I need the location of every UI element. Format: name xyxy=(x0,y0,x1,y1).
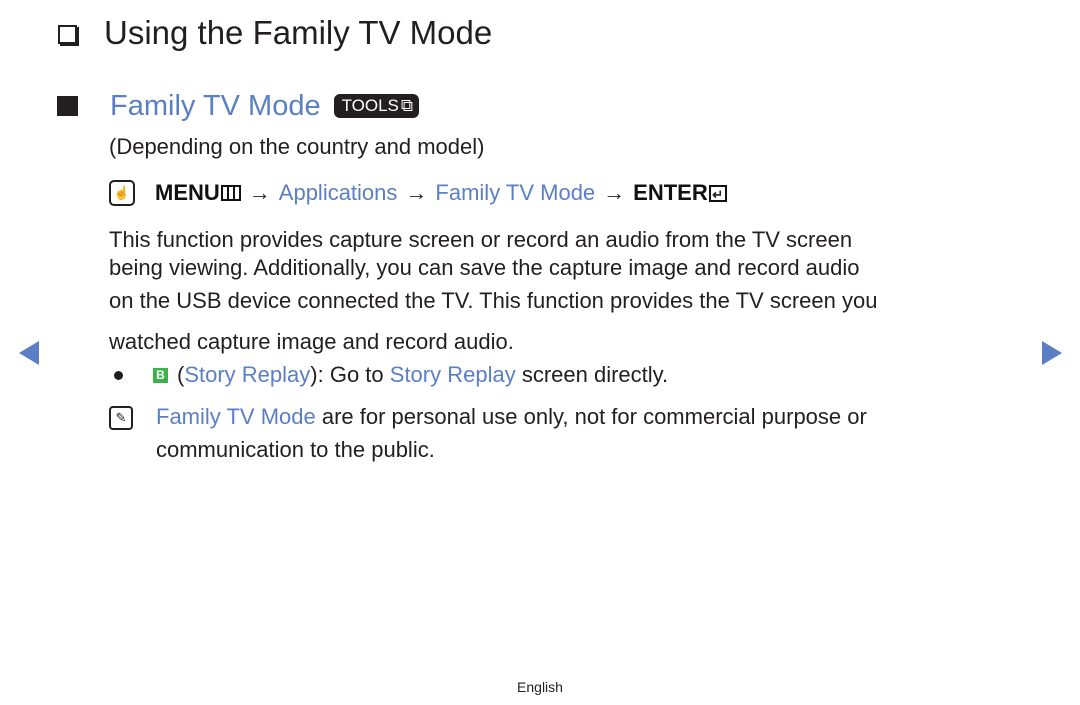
enter-icon: ↵ xyxy=(708,184,727,202)
arrow: → xyxy=(248,180,271,205)
note-line: Family TV Mode are for personal use only… xyxy=(156,404,867,430)
note-line: communication to the public. xyxy=(156,437,435,462)
paragraph-line: on the USB device connected the TV. This… xyxy=(109,288,878,313)
page-title: Using the Family TV Mode xyxy=(104,14,493,51)
bullet-text: ( xyxy=(177,362,185,387)
arrow: → xyxy=(405,180,428,205)
footer-language: English xyxy=(517,679,563,695)
condition-note: (Depending on the country and model) xyxy=(109,134,485,159)
story-replay-link[interactable]: Story Replay xyxy=(184,362,310,388)
checkbox-icon xyxy=(58,24,77,44)
section-heading: Family TV Mode TOOLS ⧉ xyxy=(57,84,420,128)
page-heading: Using the Family TV Mode xyxy=(58,8,492,58)
prev-page-arrow-icon[interactable] xyxy=(19,341,39,365)
menu-step-applications[interactable]: Applications xyxy=(279,180,398,206)
menu-icon xyxy=(220,185,241,201)
bullet-dot-icon xyxy=(114,370,123,380)
paragraph-line: being viewing. Additionally, you can sav… xyxy=(109,255,860,280)
bullet-text: screen directly. xyxy=(515,362,669,387)
note-highlight: Family TV Mode xyxy=(156,404,316,429)
story-replay-link[interactable]: Story Replay xyxy=(390,362,516,388)
hand-pointer-icon: ☝ xyxy=(109,180,135,206)
bullet-text: ): Go to xyxy=(310,362,390,387)
section-title: Family TV Mode xyxy=(110,89,321,122)
menu-label: MENU xyxy=(155,180,220,205)
note-pencil-icon: ✎ xyxy=(109,406,133,430)
menu-path: ☝ MENU → Applications → Family TV Mode →… xyxy=(109,180,727,206)
tools-label: TOOLS xyxy=(341,96,399,115)
paragraph-line: watched capture image and record audio. xyxy=(109,329,514,354)
next-page-arrow-icon[interactable] xyxy=(1042,341,1062,365)
b-button-icon: B xyxy=(153,367,168,383)
paragraph-line: This function provides capture screen or… xyxy=(109,227,853,252)
note-text: are for personal use only, not for comme… xyxy=(315,404,867,429)
menu-step-family-tv-mode[interactable]: Family TV Mode xyxy=(435,180,595,206)
arrow: → xyxy=(603,180,626,205)
square-bullet-icon xyxy=(57,96,78,116)
enter-label: ENTER xyxy=(633,180,708,205)
bullet-item: B ( Story Replay ): Go to Story Replay s… xyxy=(114,362,668,388)
tools-icon: ⧉ xyxy=(400,96,414,115)
tools-badge: TOOLS ⧉ xyxy=(333,94,420,118)
